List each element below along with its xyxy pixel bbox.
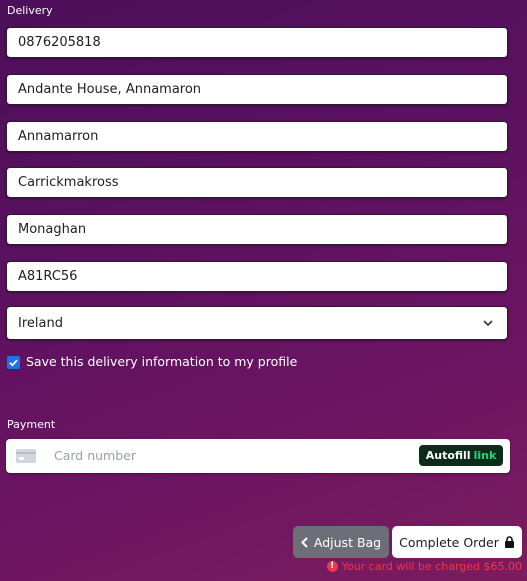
payment-heading: Payment: [7, 418, 56, 431]
delivery-heading: Delivery: [7, 4, 53, 17]
chevron-down-icon: [483, 319, 493, 327]
charge-text: Your card will be charged $65.00: [341, 560, 522, 573]
town-value: Carrickmakross: [18, 175, 119, 190]
complete-order-button[interactable]: Complete Order: [392, 526, 522, 558]
county-value: Monaghan: [18, 222, 87, 237]
complete-order-label: Complete Order: [399, 534, 499, 550]
autofill-label: Autofill: [425, 449, 471, 462]
county-field[interactable]: Monaghan: [6, 214, 508, 245]
autofill-link-label: link: [473, 449, 497, 462]
save-profile-label: Save this delivery information to my pro…: [26, 354, 298, 369]
address-line2-field[interactable]: Annamarron: [6, 121, 508, 152]
address-line1-value: Andante House, Annamaron: [18, 82, 202, 97]
address-line2-value: Annamarron: [18, 129, 99, 144]
postcode-field[interactable]: A81RC56: [6, 261, 508, 292]
checkmark-icon: [9, 359, 18, 367]
card-number-field[interactable]: Card number Autofill link: [6, 439, 510, 473]
save-profile-checkbox[interactable]: [7, 356, 20, 369]
country-value: Ireland: [18, 316, 63, 331]
chevron-left-icon: [300, 536, 308, 548]
charge-notice: ! Your card will be charged $65.00: [326, 560, 522, 573]
postcode-value: A81RC56: [18, 269, 78, 284]
credit-card-icon: [16, 449, 36, 463]
card-number-placeholder: Card number: [54, 448, 137, 463]
adjust-bag-button[interactable]: Adjust Bag: [293, 526, 389, 558]
country-select[interactable]: Ireland: [6, 306, 508, 340]
address-line1-field[interactable]: Andante House, Annamaron: [6, 74, 508, 105]
phone-field[interactable]: 0876205818: [6, 27, 508, 58]
lock-icon: [504, 536, 514, 548]
town-field[interactable]: Carrickmakross: [6, 167, 508, 198]
alert-icon: !: [326, 561, 338, 572]
autofill-link-button[interactable]: Autofill link: [419, 445, 503, 466]
phone-value: 0876205818: [18, 35, 101, 50]
adjust-bag-label: Adjust Bag: [313, 534, 382, 550]
